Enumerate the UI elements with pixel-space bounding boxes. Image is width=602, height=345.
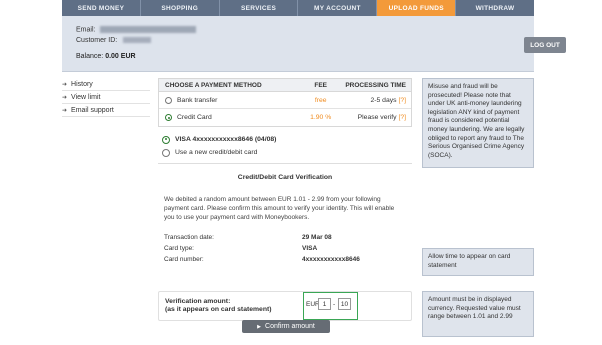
transaction-details: Transaction date: 29 Mar 08 Card type: V… — [158, 232, 412, 265]
customer-id-label: Customer ID: — [76, 37, 118, 44]
divider — [158, 163, 412, 164]
help-link[interactable]: [?] — [398, 114, 406, 121]
top-navigation: SEND MONEY SHOPPING SERVICES MY ACCOUNT … — [62, 0, 534, 16]
amount-fraction-input[interactable]: 10 — [338, 298, 351, 310]
statement-notice-box: Allow time to appear on card statement — [422, 248, 534, 276]
tab-upload-funds[interactable]: UPLOAD FUNDS — [377, 0, 457, 16]
tab-services[interactable]: SERVICES — [219, 0, 299, 16]
payment-table-header: CHOOSE A PAYMENT METHOD FEE PROCESSING T… — [159, 79, 411, 92]
new-card-radio[interactable] — [162, 148, 170, 157]
credit-card-radio[interactable] — [165, 114, 172, 121]
account-summary: Email: Customer ID: Balance: 0.00 EUR LO… — [62, 16, 566, 72]
verification-amount-label: Verification amount: (as it appears on c… — [165, 298, 272, 314]
account-balance: Balance: 0.00 EUR — [76, 53, 136, 60]
sidebar: ➜ History ➜ View limit ➜ Email support — [62, 78, 150, 117]
detail-row: Card number: 4xxxxxxxxxxx8646 — [164, 254, 412, 265]
header-fee: FEE — [314, 81, 328, 89]
amount-label-line2: (as it appears on card statement) — [165, 306, 272, 313]
balance-label: Balance: — [76, 53, 104, 60]
saved-card-radio[interactable] — [162, 135, 170, 144]
payment-method-table: CHOOSE A PAYMENT METHOD FEE PROCESSING T… — [158, 78, 412, 127]
saved-card-label: VISA 4xxxxxxxxxxx8646 (04/08) — [175, 136, 277, 143]
amount-separator: - — [333, 301, 336, 308]
processing-time: 2-5 days — [370, 96, 397, 104]
main-content: CHOOSE A PAYMENT METHOD FEE PROCESSING T… — [158, 78, 412, 333]
payment-row-bank-transfer[interactable]: Bank transfer free 2-5 days [?] — [159, 92, 411, 109]
new-card-label: Use a new credit/debit card — [175, 149, 258, 156]
amount-label-line1: Verification amount: — [165, 298, 231, 305]
tab-my-account[interactable]: MY ACCOUNT — [298, 0, 378, 16]
fraud-warning-box: Misuse and fraud will be prosecuted! Ple… — [422, 78, 534, 168]
tab-shopping[interactable]: SHOPPING — [140, 0, 220, 16]
card-options: VISA 4xxxxxxxxxxx8646 (04/08) Use a new … — [158, 133, 412, 159]
processing-time: Please verify — [357, 114, 397, 121]
payment-row-credit-card[interactable]: Credit Card 1.90 % Please verify [?] — [159, 109, 411, 126]
new-card-option[interactable]: Use a new credit/debit card — [158, 146, 412, 159]
account-customer-id: Customer ID: — [76, 37, 152, 44]
amount-notice-box: Amount must be in displayed currency. Re… — [422, 291, 534, 337]
sidebar-item-label: View limit — [71, 93, 101, 101]
tab-send-money[interactable]: SEND MONEY — [62, 0, 141, 16]
logout-button[interactable]: LOG OUT — [524, 37, 566, 53]
saved-card-option[interactable]: VISA 4xxxxxxxxxxx8646 (04/08) — [158, 133, 412, 146]
fee-value: 1.90 % — [310, 114, 332, 121]
amount-whole-input[interactable]: 1 — [318, 298, 331, 310]
method-label: Credit Card — [177, 114, 212, 121]
balance-value: 0.00 EUR — [105, 53, 136, 60]
detail-row: Card type: VISA — [164, 243, 412, 254]
header-method: CHOOSE A PAYMENT METHOD — [165, 81, 262, 89]
amount-entry-box: EUR 1 - 10 — [303, 292, 358, 320]
tab-withdraw[interactable]: WITHDRAW — [456, 0, 534, 16]
confirm-label: Confirm amount — [265, 323, 315, 330]
sidebar-item-history[interactable]: ➜ History — [62, 78, 150, 91]
header-processing-time: PROCESSING TIME — [345, 81, 406, 89]
arrow-right-icon: ➜ — [62, 81, 68, 88]
detail-value: 29 Mar 08 — [302, 234, 332, 241]
help-link[interactable]: [?] — [398, 97, 406, 104]
sidebar-item-label: History — [71, 80, 93, 88]
detail-value: 4xxxxxxxxxxx8646 — [302, 256, 360, 263]
customer-id-redacted — [123, 37, 152, 44]
detail-value: VISA — [302, 245, 318, 252]
sidebar-item-view-limit[interactable]: ➜ View limit — [62, 91, 150, 104]
detail-row: Transaction date: 29 Mar 08 — [164, 232, 412, 243]
arrow-right-icon: ➜ — [62, 107, 68, 114]
method-label: Bank transfer — [177, 96, 218, 104]
detail-label: Transaction date: — [164, 234, 214, 241]
detail-label: Card type: — [164, 245, 194, 252]
verification-description: We debited a random amount between EUR 1… — [164, 196, 395, 221]
sidebar-item-email-support[interactable]: ➜ Email support — [62, 104, 150, 117]
account-email: Email: — [76, 26, 197, 34]
fee-value: free — [314, 96, 327, 104]
triangle-right-icon: ▶ — [257, 323, 262, 330]
confirm-amount-button[interactable]: ▶ Confirm amount — [242, 320, 330, 333]
bank-transfer-radio[interactable] — [165, 96, 172, 104]
email-label: Email: — [76, 26, 96, 34]
verification-title: Credit/Debit Card Verification — [237, 174, 333, 181]
arrow-right-icon: ➜ — [62, 94, 68, 101]
sidebar-item-label: Email support — [71, 106, 114, 114]
detail-label: Card number: — [164, 256, 204, 263]
verification-amount-panel: Verification amount: (as it appears on c… — [158, 291, 412, 321]
email-redacted — [100, 26, 197, 33]
